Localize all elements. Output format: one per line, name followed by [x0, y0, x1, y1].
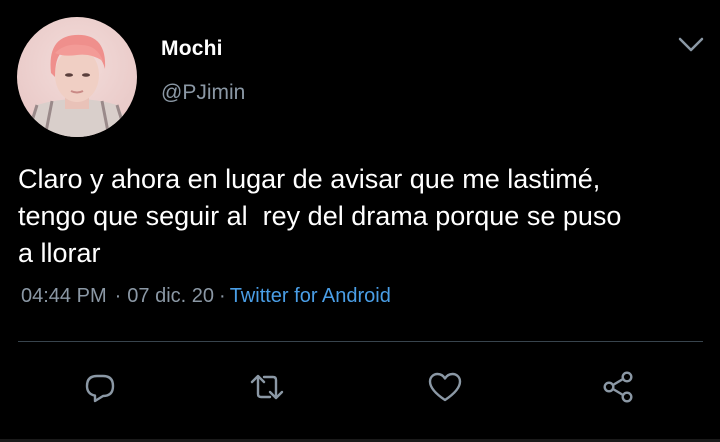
chevron-down-icon[interactable] — [676, 33, 706, 57]
user-handle[interactable]: @PJimin — [161, 81, 245, 105]
meta-separator: · — [114, 285, 122, 307]
share-button[interactable] — [600, 369, 636, 405]
tweet-date: 07 dic. 20 — [127, 285, 215, 307]
tweet-source-link[interactable]: Twitter for Android — [230, 285, 391, 307]
avatar-image — [17, 17, 137, 137]
share-icon — [603, 371, 633, 403]
tweet-card: Mochi @PJimin Claro y ahora en lugar de … — [0, 0, 720, 442]
divider — [18, 341, 703, 342]
tweet-metadata: 04:44 PM · 07 dic. 20 · Twitter for Android — [21, 285, 391, 308]
tweet-text: Claro y ahora en lugar de avisar que me … — [18, 164, 622, 268]
avatar[interactable] — [17, 17, 137, 137]
display-name[interactable]: Mochi — [161, 37, 223, 61]
retweet-icon — [250, 374, 284, 400]
reply-button[interactable] — [82, 369, 118, 405]
meta-separator: · — [219, 285, 226, 307]
tweet-time: 04:44 PM — [21, 285, 107, 307]
like-button[interactable] — [427, 369, 463, 405]
reply-icon — [85, 374, 115, 403]
retweet-button[interactable] — [249, 369, 285, 405]
heart-icon — [428, 372, 462, 402]
